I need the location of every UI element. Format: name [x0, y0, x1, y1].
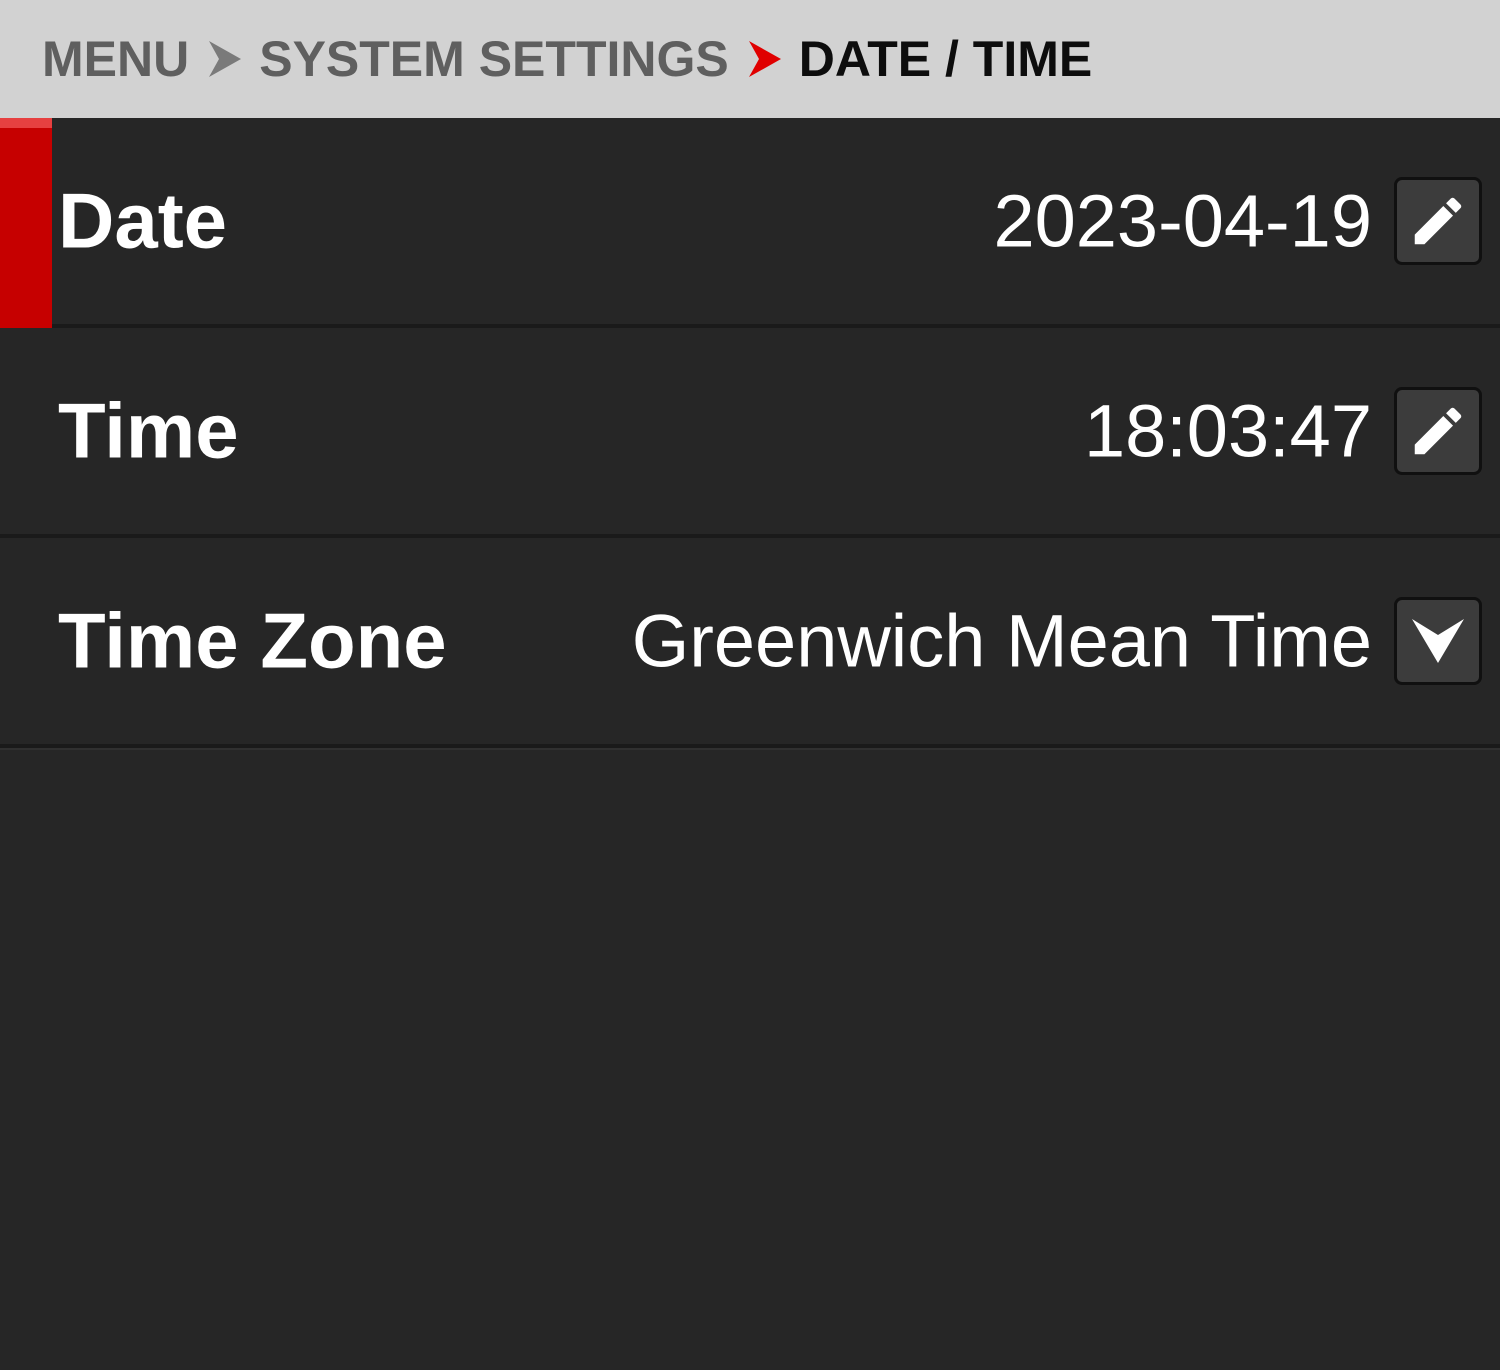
breadcrumb-date-time: DATE / TIME: [798, 31, 1093, 87]
setting-row-date[interactable]: Date 2023-04-19: [0, 118, 1500, 328]
settings-list: Date 2023-04-19 Time 18:03:47 Time Zone …: [0, 118, 1500, 748]
dropdown-arrow-icon: [1408, 613, 1468, 669]
setting-value-time-zone: Greenwich Mean Time: [631, 599, 1372, 683]
setting-value-time: 18:03:47: [1083, 389, 1372, 473]
breadcrumb-separator-icon: [207, 39, 243, 79]
breadcrumb-system-settings[interactable]: SYSTEM SETTINGS: [259, 30, 729, 88]
edit-date-button[interactable]: [1394, 177, 1482, 265]
setting-label-time-zone: Time Zone: [58, 596, 447, 685]
setting-row-time[interactable]: Time 18:03:47: [0, 328, 1500, 538]
pencil-icon: [1407, 190, 1469, 252]
setting-label-time: Time: [58, 386, 239, 475]
setting-value-date: 2023-04-19: [993, 179, 1372, 263]
breadcrumb-bar: MENU SYSTEM SETTINGS DATE / TIME: [0, 0, 1500, 118]
pencil-icon: [1407, 400, 1469, 462]
breadcrumb-menu[interactable]: MENU: [42, 30, 189, 88]
setting-label-date: Date: [58, 176, 228, 265]
breadcrumb-current-separator-icon: [747, 39, 783, 79]
time-zone-dropdown-button[interactable]: [1394, 597, 1482, 685]
edit-time-button[interactable]: [1394, 387, 1482, 475]
setting-row-time-zone[interactable]: Time Zone Greenwich Mean Time: [0, 538, 1500, 748]
